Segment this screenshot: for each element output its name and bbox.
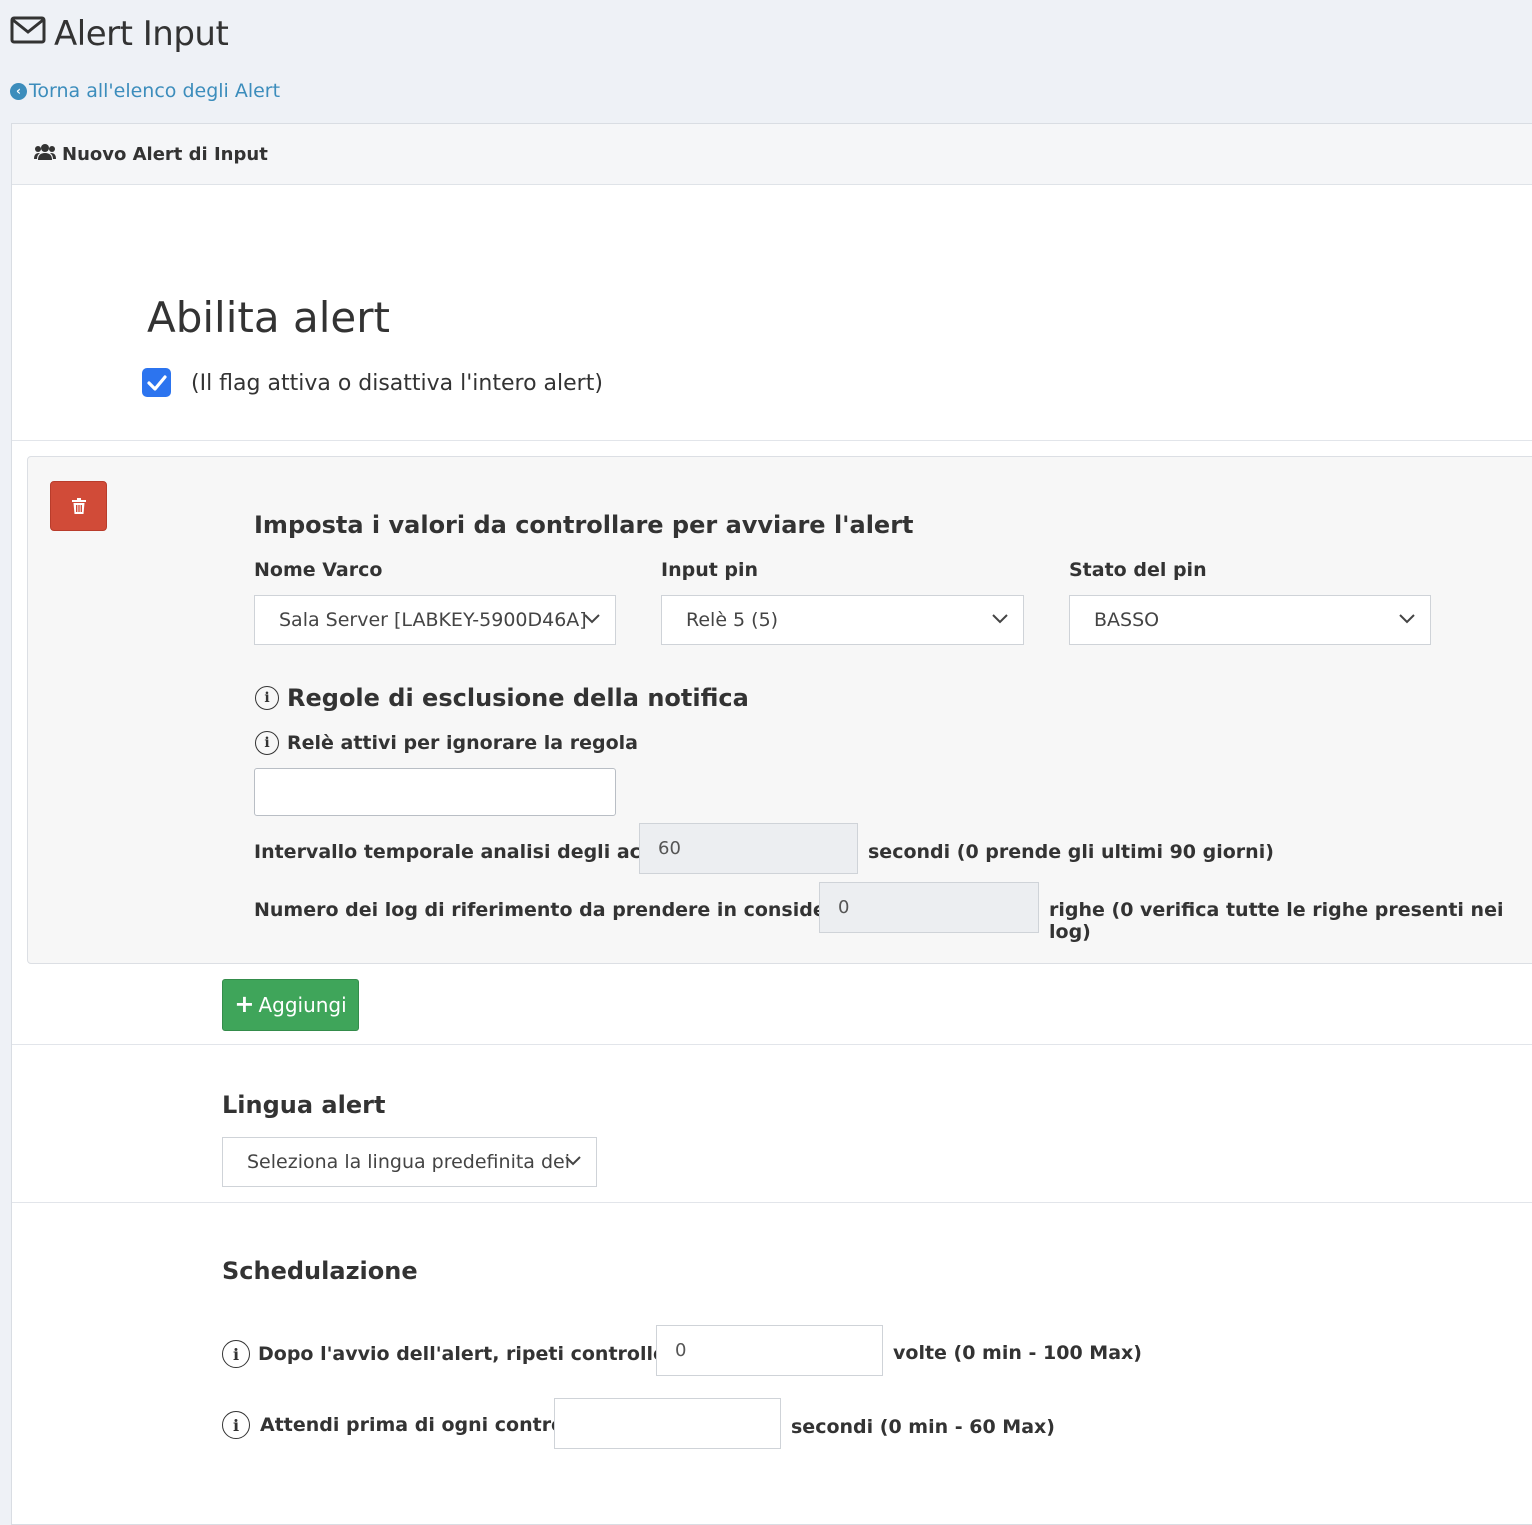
wait-suffix: secondi (0 min - 60 Max) (791, 1416, 1055, 1438)
log-suffix: righe (0 verifica tutte le righe present… (1049, 899, 1504, 943)
repeat-label: Dopo l'avvio dell'alert, ripeti controll… (258, 1343, 709, 1365)
divider (12, 440, 1532, 441)
chevron-down-icon (992, 614, 1008, 624)
page-title-text: Alert Input (54, 14, 229, 54)
page-title: Alert Input (10, 14, 229, 54)
wait-label: Attendi prima di ogni controllo (260, 1414, 591, 1436)
chevron-down-icon (584, 614, 600, 624)
back-link[interactable]: ‹ Torna all'elenco degli Alert (10, 80, 280, 102)
interval-suffix: secondi (0 prende gli ultimi 90 giorni) (868, 841, 1274, 863)
plus-icon: + (234, 989, 255, 1018)
info-icon[interactable]: i (255, 731, 279, 755)
log-label: Numero dei log di riferimento da prender… (254, 899, 905, 921)
info-icon[interactable]: i (222, 1411, 250, 1439)
trash-icon (71, 498, 86, 514)
repeat-row: i Dopo l'avvio dell'alert, ripeti contro… (222, 1340, 709, 1368)
divider (12, 1202, 1532, 1203)
wait-input[interactable] (554, 1398, 781, 1449)
users-icon (34, 143, 56, 166)
back-link-text[interactable]: Torna all'elenco degli Alert (29, 80, 280, 102)
add-button-label: Aggiungi (258, 993, 347, 1017)
enable-checkbox[interactable] (142, 368, 171, 397)
delete-rule-button[interactable] (50, 481, 107, 531)
nome-varco-value: Sala Server [LABKEY-5900D46A] (279, 609, 587, 631)
rele-label-text: Relè attivi per ignorare la regola (287, 732, 638, 754)
language-select-value: Seleziona la lingua predefinita dei (247, 1151, 571, 1173)
schedule-heading: Schedulazione (222, 1257, 418, 1285)
rule-heading: Imposta i valori da controllare per avvi… (254, 511, 914, 539)
input-pin-value: Relè 5 (5) (686, 609, 779, 631)
envelope-icon (10, 14, 46, 54)
chevron-down-icon (565, 1156, 581, 1166)
input-pin-select[interactable]: Relè 5 (5) (661, 595, 1024, 645)
rele-input[interactable] (254, 768, 616, 816)
enable-checkbox-label: (Il flag attiva o disattiva l'intero ale… (191, 371, 603, 396)
enable-heading: Abilita alert (147, 293, 390, 342)
rele-label: i Relè attivi per ignorare la regola (255, 731, 638, 755)
repeat-input[interactable]: 0 (656, 1325, 883, 1376)
stato-pin-label: Stato del pin (1069, 559, 1207, 581)
add-rule-button[interactable]: + Aggiungi (222, 979, 359, 1031)
nome-varco-label: Nome Varco (254, 559, 383, 581)
box-header: Nuovo Alert di Input (12, 124, 1532, 185)
language-select[interactable]: Seleziona la lingua predefinita dei (222, 1137, 597, 1187)
stato-pin-select[interactable]: BASSO (1069, 595, 1431, 645)
wait-row: i Attendi prima di ogni controllo (222, 1411, 590, 1439)
stato-pin-value: BASSO (1094, 609, 1160, 631)
repeat-suffix: volte (0 min - 100 Max) (893, 1342, 1142, 1364)
info-icon[interactable]: i (222, 1340, 250, 1368)
exclusion-heading-text: Regole di esclusione della notifica (287, 684, 749, 712)
log-input[interactable]: 0 (819, 882, 1039, 933)
interval-label: Intervallo temporale analisi degli acces… (254, 841, 695, 863)
checkmark-icon (146, 374, 167, 391)
nome-varco-select[interactable]: Sala Server [LABKEY-5900D46A] (254, 595, 616, 645)
chevron-down-icon (1399, 614, 1415, 624)
box-header-title: Nuovo Alert di Input (62, 143, 268, 165)
input-pin-label: Input pin (661, 559, 759, 581)
divider (12, 1044, 1532, 1045)
info-icon[interactable]: i (255, 686, 279, 710)
interval-input[interactable]: 60 (639, 823, 858, 874)
exclusion-heading: i Regole di esclusione della notifica (255, 684, 749, 712)
chevron-left-circle-icon: ‹ (10, 82, 27, 100)
language-heading: Lingua alert (222, 1091, 386, 1119)
